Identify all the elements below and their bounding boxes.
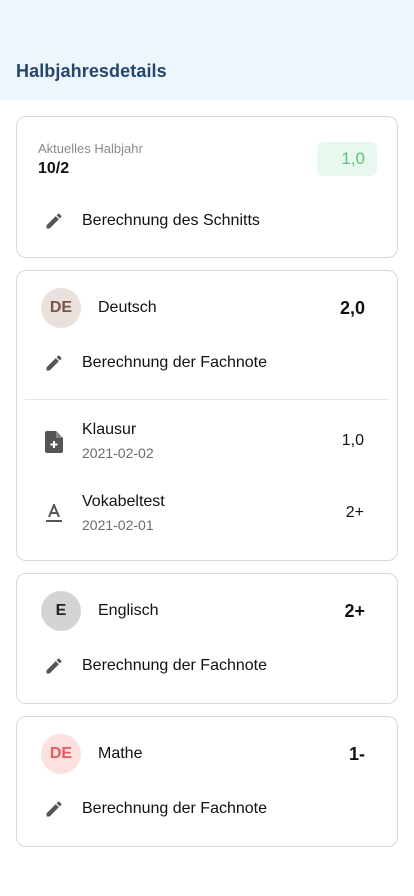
exam-row[interactable]: Vokabeltest 2021-02-01 2+ [17,489,397,541]
subject-name: Deutsch [98,299,157,316]
exam-date: 2021-02-02 [82,445,154,461]
text-format-icon [43,503,65,525]
exam-date: 2021-02-01 [82,517,154,533]
subject-calc-label: Berechnung der Fachnote [82,800,268,817]
pencil-icon [43,352,65,374]
exam-grade: 2+ [345,504,364,521]
pencil-icon [43,798,65,820]
app-bar: Halbjahresdetails [0,0,414,100]
subject-name: Mathe [98,745,143,762]
avatar: DE [41,734,81,774]
avatar: DE [41,288,81,328]
subject-calc-row[interactable]: Berechnung der Fachnote [17,343,397,383]
average-badge: 1,0 [317,142,377,176]
subject-card-deutsch: DE Deutsch 2,0 Berechnung der Fachnote K… [16,270,398,561]
subject-header-mathe[interactable]: DE Mathe 1- [17,731,397,777]
subject-calc-label: Berechnung der Fachnote [82,657,268,674]
exam-title: Vokabeltest [82,493,165,510]
pencil-icon [43,210,65,232]
exam-row[interactable]: Klausur 2021-02-02 1,0 [17,417,397,469]
avatar: E [41,591,81,631]
semester-label: Aktuelles Halbjahr [38,141,143,156]
subject-calc-label: Berechnung der Fachnote [82,354,268,371]
divider [25,399,389,400]
page-title: Halbjahresdetails [16,61,167,81]
subject-name: Englisch [98,602,159,619]
subject-header-englisch[interactable]: E Englisch 2+ [17,588,397,634]
average-value: 1,0 [341,149,365,168]
semester-card: Aktuelles Halbjahr 10/2 1,0 Berechnung d… [16,116,398,258]
exam-title: Klausur [82,421,137,438]
subject-calc-row[interactable]: Berechnung der Fachnote [17,646,397,686]
subject-grade: 2,0 [339,298,365,318]
subject-grade: 1- [348,744,365,764]
file-plus-icon [43,431,65,453]
subject-grade: 2+ [344,601,365,621]
subject-card-englisch: E Englisch 2+ Berechnung der Fachnote [16,573,398,704]
pencil-icon [43,655,65,677]
semester-calc-label: Berechnung des Schnitts [82,212,260,229]
exam-grade: 1,0 [341,432,364,449]
subject-header-deutsch[interactable]: DE Deutsch 2,0 [17,285,397,331]
subject-card-mathe: DE Mathe 1- Berechnung der Fachnote [16,716,398,847]
subject-calc-row[interactable]: Berechnung der Fachnote [17,789,397,829]
semester-calc-row[interactable]: Berechnung des Schnitts [17,201,397,241]
semester-value: 10/2 [38,160,70,177]
